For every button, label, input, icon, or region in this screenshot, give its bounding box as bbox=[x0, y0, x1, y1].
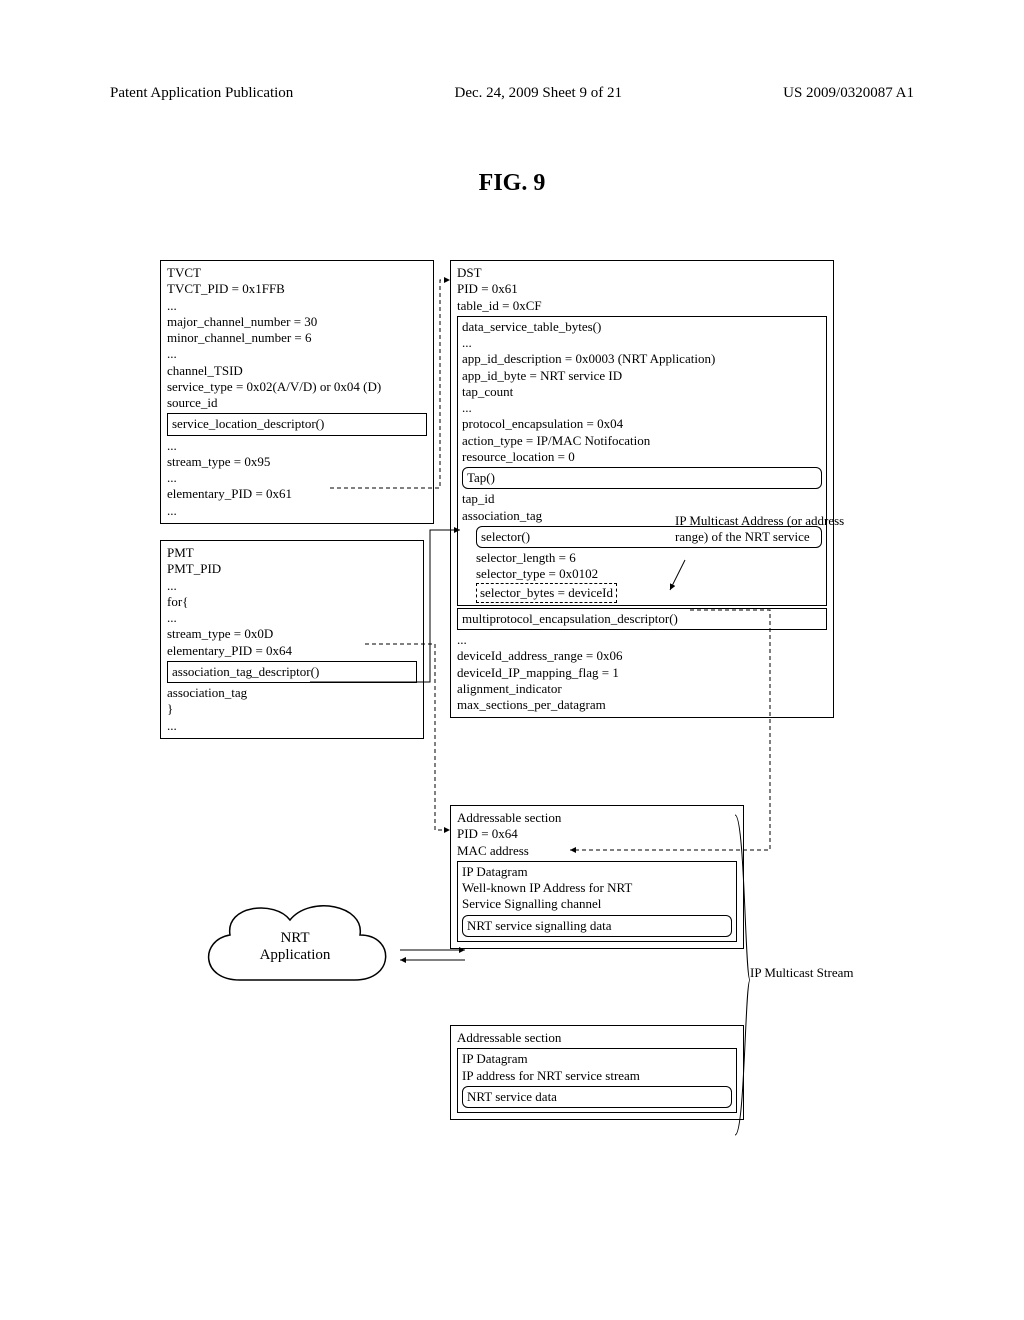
dst-line: action_type = IP/MAC Notifocation bbox=[462, 433, 822, 449]
dst-line: app_id_description = 0x0003 (NRT Applica… bbox=[462, 351, 822, 367]
mpe-line: max_sections_per_datagram bbox=[457, 697, 827, 713]
tvct-line: TVCT_PID = 0x1FFB bbox=[167, 281, 427, 297]
tvct-desc-line: elementary_PID = 0x61 bbox=[167, 486, 427, 502]
cloud-line1: NRT bbox=[190, 930, 400, 947]
mpe-line: ... bbox=[457, 632, 827, 648]
dst-box: DST PID = 0x61 table_id = 0xCF data_serv… bbox=[450, 260, 834, 718]
tvct-line: major_channel_number = 30 bbox=[167, 314, 427, 330]
addr1-line: PID = 0x64 bbox=[457, 826, 737, 842]
tvct-descriptor: service_location_descriptor() bbox=[167, 413, 427, 435]
selector-line: selector_type = 0x0102 bbox=[476, 566, 822, 582]
page-header: Patent Application Publication Dec. 24, … bbox=[110, 85, 914, 102]
tap-block: Tap() bbox=[462, 467, 822, 489]
selector-bytes: selector_bytes = deviceId bbox=[476, 583, 617, 603]
pmt-desc-title: association_tag_descriptor() bbox=[172, 664, 412, 680]
mpe-line: alignment_indicator bbox=[457, 681, 827, 697]
header-right: US 2009/0320087 A1 bbox=[783, 85, 914, 102]
tvct-title: TVCT bbox=[167, 265, 427, 281]
dst-line: protocol_encapsulation = 0x04 bbox=[462, 416, 822, 432]
mpe-line: deviceId_IP_mapping_flag = 1 bbox=[457, 665, 827, 681]
mpe-line: deviceId_address_range = 0x06 bbox=[457, 648, 827, 664]
addr1-ipdatagram: IP Datagram Well-known IP Address for NR… bbox=[457, 861, 737, 942]
tvct-desc-line: stream_type = 0x95 bbox=[167, 454, 427, 470]
addr1-ipd-line: Service Signalling channel bbox=[462, 896, 732, 912]
dst-table-block: data_service_table_bytes() ... app_id_de… bbox=[457, 316, 827, 606]
selector-line: selector_length = 6 bbox=[476, 550, 822, 566]
tvct-line: minor_channel_number = 6 bbox=[167, 330, 427, 346]
addr2-ipdatagram: IP Datagram IP address for NRT service s… bbox=[457, 1048, 737, 1113]
pmt-box: PMT PMT_PID ... for{ ... stream_type = 0… bbox=[160, 540, 424, 739]
pmt-desc-line: } bbox=[167, 701, 417, 717]
dst-line: app_id_byte = NRT service ID bbox=[462, 368, 822, 384]
nrt-cloud: NRT Application bbox=[190, 890, 400, 1010]
tap-line: tap_id bbox=[462, 491, 822, 507]
stream-annot: IP Multicast Stream bbox=[750, 965, 870, 981]
cloud-line2: Application bbox=[190, 947, 400, 964]
dst-header-line: PID = 0x61 bbox=[457, 281, 827, 297]
tvct-desc-line: ... bbox=[167, 438, 427, 454]
mpe-block: multiprotocol_encapsulation_descriptor() bbox=[457, 608, 827, 630]
addr2-ipd-line: IP Datagram bbox=[462, 1051, 732, 1067]
figure-title: FIG. 9 bbox=[0, 170, 1024, 197]
addr1-ipd-line: IP Datagram bbox=[462, 864, 732, 880]
addr1-title: Addressable section bbox=[457, 810, 737, 826]
pmt-line: ... bbox=[167, 578, 417, 594]
addr2-ipd-line: IP address for NRT service stream bbox=[462, 1068, 732, 1084]
pmt-desc-line: association_tag bbox=[167, 685, 417, 701]
tvct-line: service_type = 0x02(A/V/D) or 0x04 (D) bbox=[167, 379, 427, 395]
pmt-line: for{ bbox=[167, 594, 417, 610]
dst-line: ... bbox=[462, 335, 822, 351]
addr1-ipd-line: Well-known IP Address for NRT bbox=[462, 880, 732, 896]
addr1-line: MAC address bbox=[457, 843, 737, 859]
addr-section-1: Addressable section PID = 0x64 MAC addre… bbox=[450, 805, 744, 949]
pmt-desc-line: ... bbox=[167, 718, 417, 734]
pmt-title: PMT bbox=[167, 545, 417, 561]
pmt-descriptor: association_tag_descriptor() bbox=[167, 661, 417, 683]
tvct-line: source_id bbox=[167, 395, 427, 411]
dst-line: resource_location = 0 bbox=[462, 449, 822, 465]
dst-header-line: table_id = 0xCF bbox=[457, 298, 827, 314]
header-left: Patent Application Publication bbox=[110, 85, 293, 102]
ip-multicast-annot: IP Multicast Address (or address range) … bbox=[675, 513, 855, 546]
tvct-desc-line: ... bbox=[167, 503, 427, 519]
diagram-container: TVCT TVCT_PID = 0x1FFB ... major_channel… bbox=[130, 250, 910, 1170]
tap-title: Tap() bbox=[467, 470, 817, 486]
pmt-line: PMT_PID bbox=[167, 561, 417, 577]
mpe-title: multiprotocol_encapsulation_descriptor() bbox=[462, 611, 822, 627]
tvct-line: ... bbox=[167, 346, 427, 362]
dst-line: data_service_table_bytes() bbox=[462, 319, 822, 335]
pmt-line: elementary_PID = 0x64 bbox=[167, 643, 417, 659]
pmt-line: ... bbox=[167, 610, 417, 626]
tvct-line: channel_TSID bbox=[167, 363, 427, 379]
tvct-desc-title: service_location_descriptor() bbox=[172, 416, 422, 432]
dst-line: tap_count bbox=[462, 384, 822, 400]
dst-title: DST bbox=[457, 265, 827, 281]
dst-line: ... bbox=[462, 400, 822, 416]
header-center: Dec. 24, 2009 Sheet 9 of 21 bbox=[454, 85, 621, 102]
addr-section-2: Addressable section IP Datagram IP addre… bbox=[450, 1025, 744, 1120]
tvct-desc-line: ... bbox=[167, 470, 427, 486]
addr2-title: Addressable section bbox=[457, 1030, 737, 1046]
pmt-line: stream_type = 0x0D bbox=[167, 626, 417, 642]
tvct-line: ... bbox=[167, 298, 427, 314]
tvct-box: TVCT TVCT_PID = 0x1FFB ... major_channel… bbox=[160, 260, 434, 524]
addr1-inner-box: NRT service signalling data bbox=[462, 915, 732, 937]
addr2-inner-box: NRT service data bbox=[462, 1086, 732, 1108]
